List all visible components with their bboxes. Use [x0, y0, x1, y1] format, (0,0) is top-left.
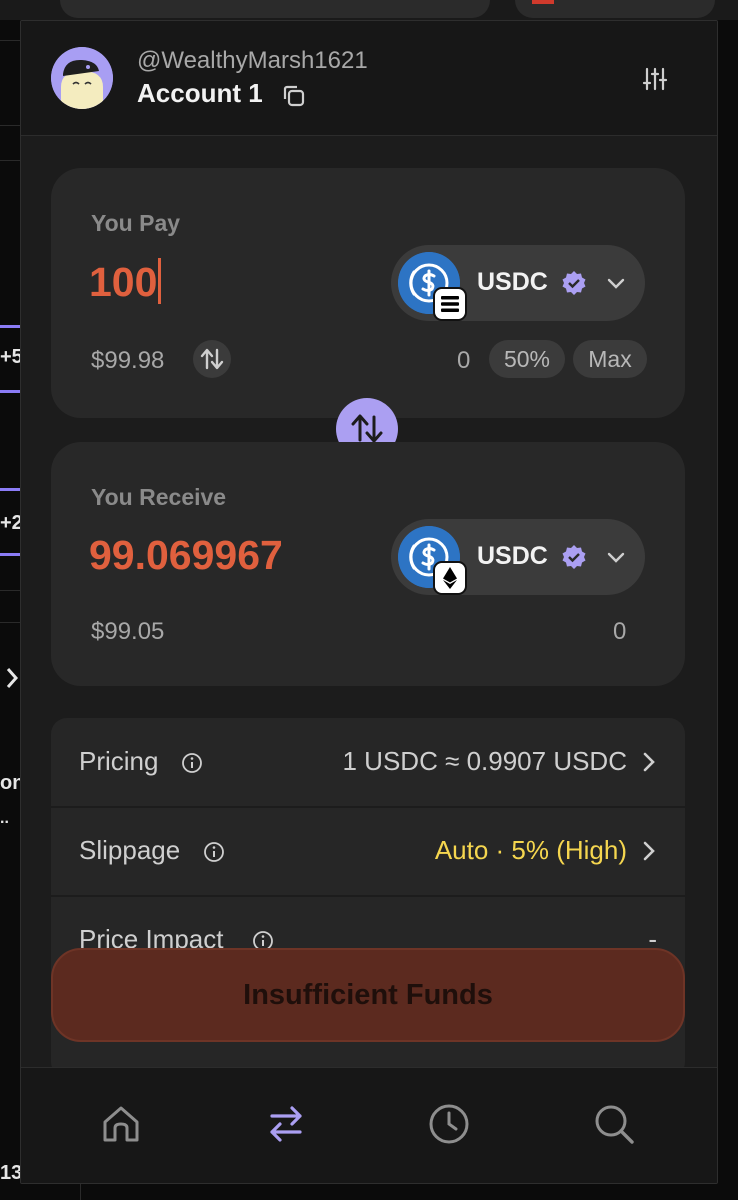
background-accent [0, 488, 20, 491]
home-icon[interactable] [99, 1102, 143, 1146]
chevron-down-icon [607, 552, 625, 563]
info-icon[interactable] [181, 752, 203, 774]
background-divider [0, 125, 20, 126]
swap-icon[interactable] [264, 1102, 308, 1146]
account-name[interactable]: Account 1 [137, 78, 263, 109]
copy-icon[interactable] [281, 83, 307, 109]
background-divider [0, 160, 20, 161]
history-icon[interactable] [427, 1102, 471, 1146]
pay-label: You Pay [91, 210, 181, 236]
slippage-value: Auto · 5% (High) [434, 835, 627, 865]
pay-token-name: USDC [477, 268, 548, 296]
background-divider [0, 622, 20, 623]
receive-card: You Receive 99.069967 USDC $99.05 0 [51, 442, 685, 686]
bottom-nav [21, 1067, 717, 1183]
receive-balance: 0 [613, 618, 627, 645]
browser-indicator [532, 0, 554, 4]
receive-token-selector[interactable]: USDC [391, 519, 645, 595]
pricing-row[interactable]: Pricing 1 USDC ≈ 0.9907 USDC [51, 718, 685, 808]
text-caret [158, 258, 162, 304]
verified-icon [562, 271, 586, 295]
account-header: @WealthyMarsh1621 Account 1 [21, 21, 717, 136]
pay-card: You Pay 100 USDC $99.98 0 50% Max [51, 168, 685, 418]
verified-icon [562, 545, 586, 569]
search-icon[interactable] [592, 1102, 636, 1146]
insufficient-funds-button[interactable]: Insufficient Funds [51, 948, 685, 1042]
avatar[interactable] [51, 47, 113, 109]
info-icon[interactable] [203, 841, 225, 863]
pay-usd-value: $99.98 [91, 347, 165, 374]
background-divider [0, 590, 20, 591]
chevron-right-icon [643, 752, 655, 772]
pay-amount-input[interactable]: 100 [89, 258, 162, 306]
slippage-row[interactable]: Slippage Auto · 5% (High) [51, 807, 685, 897]
solana-icon [433, 287, 467, 321]
browser-address-bar[interactable] [60, 0, 490, 18]
pricing-value: 1 USDC ≈ 0.9907 USDC [342, 746, 628, 776]
pricing-label: Pricing [79, 746, 159, 776]
receive-usd-value: $99.05 [91, 618, 165, 645]
slippage-label: Slippage [79, 835, 181, 865]
receive-label: You Receive [91, 484, 227, 510]
background-accent [0, 553, 20, 556]
background-divider [0, 40, 20, 41]
pay-token-selector[interactable]: USDC [391, 245, 645, 321]
toggle-currency-button[interactable] [193, 340, 231, 378]
chevron-down-icon [607, 278, 625, 289]
avatar-icon [51, 47, 113, 109]
receive-amount: 99.069967 [89, 532, 283, 578]
swap-arrows-icon [200, 348, 224, 370]
settings-icon[interactable] [641, 65, 669, 93]
chevron-right-icon [643, 841, 655, 861]
background-text: .. [0, 810, 9, 827]
wallet-popup: @WealthyMarsh1621 Account 1 You Pay 100 [20, 20, 718, 1184]
pay-balance: 0 [457, 347, 471, 374]
background-accent [0, 390, 20, 393]
receive-token-name: USDC [477, 542, 548, 570]
pay-amount-value: 100 [89, 259, 158, 305]
max-button[interactable]: Max [573, 340, 647, 378]
half-button[interactable]: 50% [489, 340, 565, 378]
ethereum-icon [433, 561, 467, 595]
account-handle: @WealthyMarsh1621 [137, 47, 368, 74]
background-divider [80, 1182, 81, 1200]
chevron-right-icon[interactable] [4, 666, 20, 690]
background-accent [0, 325, 20, 328]
